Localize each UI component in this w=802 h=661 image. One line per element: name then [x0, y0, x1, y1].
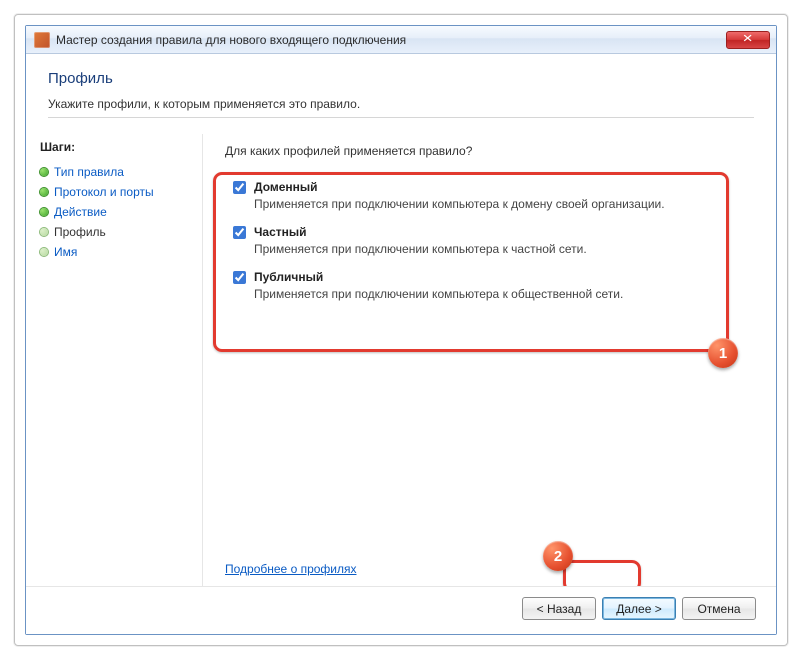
close-button[interactable]: ✕ [726, 31, 770, 49]
profile-option: Частный Применяется при подключении компь… [225, 221, 752, 266]
wizard-header: Профиль Укажите профили, к которым приме… [26, 54, 776, 130]
step-label: Действие [54, 205, 107, 219]
window-title: Мастер создания правила для нового входя… [56, 33, 720, 47]
page-subtitle: Укажите профили, к которым применяется э… [48, 97, 754, 111]
profile-checkbox[interactable] [233, 181, 246, 194]
screenshot-frame: Мастер создания правила для нового входя… [14, 14, 788, 646]
step-label: Тип правила [54, 165, 124, 179]
profile-option-desc: Применяется при подключении компьютера к… [254, 197, 752, 211]
profile-option-label: Доменный [254, 180, 318, 194]
close-icon: ✕ [742, 34, 753, 45]
sidebar-step[interactable]: Действие [40, 202, 192, 222]
back-button[interactable]: < Назад [522, 597, 596, 620]
profile-checkbox[interactable] [233, 271, 246, 284]
step-bullet-icon [40, 228, 48, 236]
profile-option-desc: Применяется при подключении компьютера к… [254, 287, 752, 301]
next-button[interactable]: Далее > [602, 597, 676, 620]
header-divider [48, 117, 754, 118]
step-bullet-icon [40, 188, 48, 196]
profile-option-label: Частный [254, 225, 307, 239]
step-label: Протокол и порты [54, 185, 154, 199]
wizard-window: Мастер создания правила для нового входя… [25, 25, 777, 635]
profile-option-label: Публичный [254, 270, 323, 284]
annotation-badge-2: 2 [543, 541, 573, 571]
wizard-body: Шаги: Тип правила Протокол и порты Действи… [26, 130, 776, 590]
sidebar-step[interactable]: Имя [40, 242, 192, 262]
client-area: Профиль Укажите профили, к которым приме… [26, 54, 776, 634]
sidebar-step[interactable]: Тип правила [40, 162, 192, 182]
profile-option-desc: Применяется при подключении компьютера к… [254, 242, 752, 256]
sidebar-step[interactable]: Протокол и порты [40, 182, 192, 202]
firewall-icon [34, 32, 50, 48]
learn-more-link[interactable]: Подробнее о профилях [225, 562, 357, 576]
step-bullet-icon [40, 208, 48, 216]
step-label: Профиль [54, 225, 106, 239]
profile-option: Публичный Применяется при подключении ком… [225, 266, 752, 311]
steps-heading: Шаги: [40, 140, 192, 154]
annotation-badge-1: 1 [708, 338, 738, 368]
steps-sidebar: Шаги: Тип правила Протокол и порты Действи… [26, 130, 202, 590]
cancel-button[interactable]: Отмена [682, 597, 756, 620]
titlebar: Мастер создания правила для нового входя… [26, 26, 776, 54]
profile-checkbox[interactable] [233, 226, 246, 239]
sidebar-step: Профиль [40, 222, 192, 242]
wizard-footer: < Назад Далее > Отмена [26, 586, 776, 634]
step-label: Имя [54, 245, 77, 259]
main-panel: Для каких профилей применяется правило? … [203, 130, 776, 590]
step-bullet-icon [40, 168, 48, 176]
step-bullet-icon [40, 248, 48, 256]
page-title: Профиль [48, 70, 754, 87]
profile-question: Для каких профилей применяется правило? [225, 144, 752, 158]
profile-option: Доменный Применяется при подключении комп… [225, 176, 752, 221]
